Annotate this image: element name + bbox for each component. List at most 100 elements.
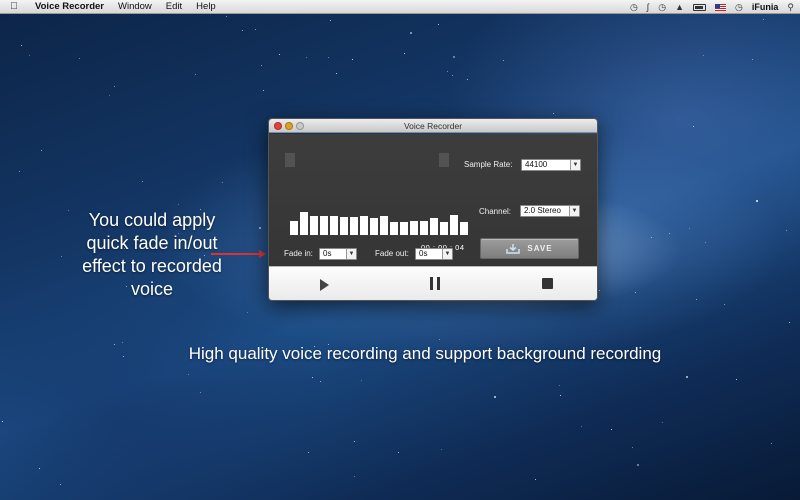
sample-rate-select[interactable]: 44100 ▼: [521, 159, 581, 171]
waveform-bar: [320, 216, 328, 235]
star: [330, 20, 331, 21]
star: [226, 16, 227, 17]
fade-in-value: 0s: [323, 249, 332, 258]
save-button[interactable]: SAVE: [480, 238, 579, 259]
minimize-window-button[interactable]: [285, 122, 293, 130]
star: [693, 126, 694, 127]
star: [771, 443, 772, 444]
star: [328, 57, 329, 58]
star: [39, 468, 40, 469]
star: [559, 385, 560, 386]
star: [308, 452, 309, 453]
pause-bar-right: [437, 277, 440, 290]
star: [560, 395, 561, 396]
star: [29, 55, 30, 56]
star: [703, 55, 704, 56]
fade-in-select[interactable]: 0s ▼: [319, 248, 357, 260]
star: [142, 181, 143, 182]
star: [259, 227, 261, 229]
arrow-right-icon: [259, 250, 266, 258]
star: [404, 53, 405, 54]
window-titlebar[interactable]: Voice Recorder: [269, 119, 597, 133]
star: [178, 204, 179, 205]
waveform-bar: [430, 218, 438, 235]
recorder-panel: 00 : 00 : 04 Sample Rate: 44100 ▼ Channe…: [269, 134, 597, 266]
chevron-down-icon: ▼: [346, 249, 356, 259]
star: [188, 374, 189, 375]
waveform-bar: [310, 216, 318, 235]
star: [306, 57, 307, 58]
star: [752, 59, 753, 60]
fade-caption: You could apply quick fade in/out effect…: [82, 210, 222, 299]
play-button[interactable]: [320, 279, 329, 291]
star: [200, 392, 201, 393]
star: [261, 65, 262, 66]
voice-recorder-window: Voice Recorder 00 : 00 : 04 Sample Rate:…: [268, 118, 598, 301]
apple-menu-icon[interactable]: : [0, 1, 28, 12]
star: [553, 113, 554, 114]
stop-button[interactable]: [542, 278, 553, 289]
star: [336, 73, 337, 74]
star: [705, 242, 706, 243]
fade-out-select[interactable]: 0s ▼: [415, 248, 453, 260]
star: [60, 484, 61, 485]
channel-label: Channel:: [479, 207, 512, 216]
level-meter-corner-right: [439, 153, 449, 167]
waveform-bar: [350, 217, 358, 235]
star: [41, 150, 42, 151]
star: [535, 479, 536, 480]
volume-icon[interactable]: ▲: [675, 2, 684, 12]
star: [503, 60, 504, 61]
star: [247, 312, 248, 313]
star: [736, 379, 737, 380]
waveform-bar: [380, 216, 388, 235]
star: [354, 441, 355, 442]
star: [222, 182, 223, 183]
fade-out-label: Fade out:: [375, 249, 409, 258]
waveform-bar: [370, 218, 378, 235]
waveform-bar: [440, 222, 448, 235]
input-source-flag-icon[interactable]: [715, 3, 727, 11]
zoom-window-button[interactable]: [296, 122, 304, 130]
time-machine-icon[interactable]: ◷: [630, 2, 638, 13]
clock-icon[interactable]: ◷: [735, 2, 743, 13]
star: [61, 256, 62, 257]
star: [453, 56, 455, 58]
bluetooth-icon[interactable]: ∫: [647, 2, 649, 12]
star: [452, 75, 453, 76]
arrow-line: [211, 253, 261, 255]
star: [441, 449, 442, 450]
star: [320, 381, 321, 382]
pause-bar-left: [430, 277, 433, 290]
star: [689, 228, 690, 229]
star: [410, 32, 412, 34]
menu-edit[interactable]: Edit: [159, 1, 189, 12]
menu-app-name[interactable]: Voice Recorder: [28, 1, 111, 12]
menu-help[interactable]: Help: [189, 1, 223, 12]
star: [581, 426, 582, 427]
star: [789, 322, 790, 323]
star: [109, 95, 110, 96]
channel-value: 2.0 Stereo: [524, 206, 561, 215]
battery-icon[interactable]: [693, 3, 707, 11]
waveform-bar: [330, 216, 338, 235]
fade-out-value: 0s: [419, 249, 428, 258]
star: [611, 429, 612, 430]
waveform-bar: [390, 222, 398, 235]
pause-button[interactable]: [430, 277, 440, 290]
channel-select[interactable]: 2.0 Stereo ▼: [520, 205, 580, 217]
spotlight-search-icon[interactable]: ⚲: [787, 2, 794, 13]
close-window-button[interactable]: [274, 122, 282, 130]
save-button-label: SAVE: [527, 244, 553, 253]
star: [114, 86, 115, 87]
user-name[interactable]: iFunia: [752, 2, 779, 12]
sample-rate-label: Sample Rate:: [464, 160, 513, 169]
star: [195, 74, 196, 75]
star: [756, 200, 758, 202]
menu-window[interactable]: Window: [111, 1, 159, 12]
star: [696, 299, 697, 300]
star: [122, 342, 123, 343]
wifi-icon[interactable]: ◷: [658, 2, 666, 13]
star: [669, 233, 670, 234]
waveform-bar: [410, 221, 418, 235]
